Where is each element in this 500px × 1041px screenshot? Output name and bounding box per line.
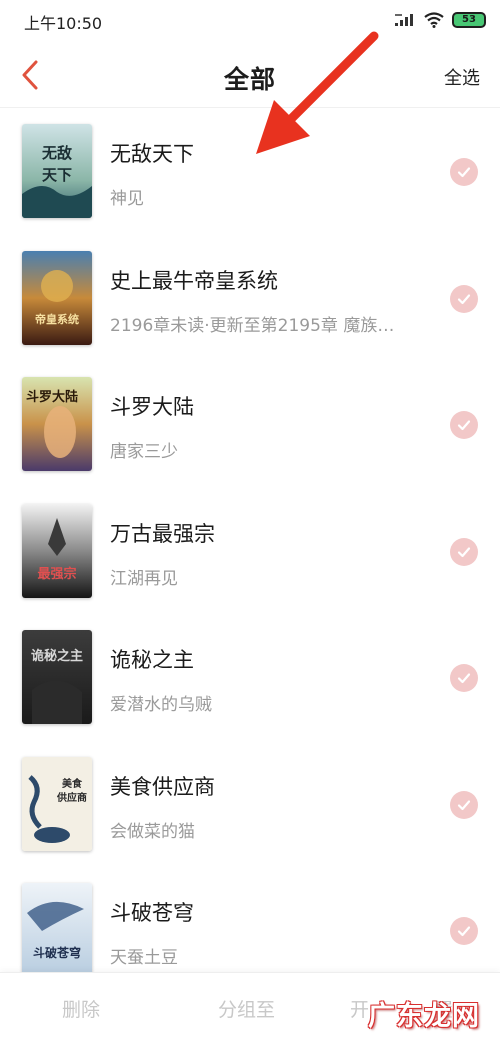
nav-bar: 全部 全选	[0, 40, 500, 108]
select-checkbox[interactable]	[450, 664, 478, 692]
svg-text:无敌: 无敌	[41, 144, 72, 162]
book-cover: 诡秘之主	[22, 630, 92, 724]
select-checkbox[interactable]	[450, 284, 478, 313]
check-icon	[457, 546, 471, 557]
book-title: 万古最强宗	[110, 521, 215, 546]
select-checkbox[interactable]	[450, 158, 478, 186]
battery-icon: 53	[452, 12, 486, 28]
book-author: 会做菜的猫	[110, 821, 195, 842]
select-all-button[interactable]: 全选	[444, 64, 480, 90]
list-item[interactable]: 帝皇系统 史上最牛帝皇系统 2196章未读·更新至第2195章 魔族…	[0, 235, 500, 362]
status-bar: 上午10:50 53	[0, 0, 500, 40]
book-title: 史上最牛帝皇系统	[110, 268, 278, 293]
book-author: 唐家三少	[110, 442, 178, 462]
book-cover: 帝皇系统	[22, 250, 92, 345]
book-cover: 斗破苍穹	[22, 883, 92, 972]
select-checkbox[interactable]	[450, 790, 478, 819]
check-icon	[457, 799, 471, 810]
svg-text:天下: 天下	[42, 166, 72, 184]
book-author: 神见	[110, 189, 144, 209]
watermark-text: 广东龙网	[368, 1001, 480, 1032]
check-icon	[457, 420, 471, 431]
book-cover: 无敌 天下	[22, 124, 92, 218]
book-author: 爱潜水的乌贼	[110, 695, 212, 715]
check-icon	[457, 673, 471, 684]
check-icon	[457, 167, 471, 178]
book-title: 美食供应商	[110, 774, 215, 799]
book-cover: 美食 供应商	[22, 756, 92, 851]
list-item[interactable]: 美食 供应商 美食供应商 会做菜的猫	[0, 741, 500, 868]
check-icon	[457, 926, 471, 937]
svg-text:最强宗: 最强宗	[37, 566, 76, 582]
delete-button[interactable]: 删除	[62, 995, 100, 1022]
select-checkbox[interactable]	[450, 411, 478, 439]
battery-level: 53	[462, 14, 476, 25]
list-item[interactable]: 斗破苍穹 斗破苍穹 天蚕土豆	[0, 867, 500, 972]
list-item[interactable]: 诡秘之主 诡秘之主 爱潜水的乌贼	[0, 614, 500, 741]
svg-text:斗罗大陆: 斗罗大陆	[26, 389, 78, 405]
book-title: 无敌天下	[110, 142, 194, 166]
book-list: 无敌 天下 无敌天下 神见 帝皇系统 史上最牛帝皇系统 2196章未读·更新至第…	[0, 108, 500, 972]
book-title: 斗罗大陆	[110, 395, 194, 419]
book-update-info: 2196章未读·更新至第2195章 魔族…	[110, 315, 395, 336]
select-checkbox[interactable]	[450, 537, 478, 566]
status-time: 上午10:50	[24, 14, 103, 33]
book-cover: 斗罗大陆	[22, 377, 92, 471]
svg-text:供应商: 供应商	[56, 791, 87, 804]
move-to-group-button[interactable]: 分组至	[218, 995, 275, 1022]
list-item[interactable]: 无敌 天下 无敌天下 神见	[0, 108, 500, 235]
wifi-icon	[424, 12, 444, 28]
list-item[interactable]: 最强宗 万古最强宗 江湖再见	[0, 488, 500, 615]
signal-icon	[394, 13, 416, 27]
status-icons: 53	[394, 10, 486, 30]
svg-text:诡秘之主: 诡秘之主	[31, 648, 83, 664]
book-author: 天蚕土豆	[110, 948, 178, 968]
select-checkbox[interactable]	[450, 917, 478, 945]
book-cover: 最强宗	[22, 503, 92, 598]
svg-text:帝皇系统: 帝皇系统	[35, 312, 79, 326]
svg-text:美食: 美食	[62, 777, 83, 790]
watermark-logo: 广东龙网	[360, 988, 494, 1034]
list-item[interactable]: 斗罗大陆 斗罗大陆 唐家三少	[0, 361, 500, 488]
check-icon	[457, 293, 471, 304]
book-author: 江湖再见	[110, 568, 178, 589]
book-title: 诡秘之主	[110, 648, 194, 672]
book-title: 斗破苍穹	[110, 901, 194, 925]
page-title: 全部	[223, 65, 276, 94]
svg-text:斗破苍穹: 斗破苍穹	[33, 945, 81, 960]
